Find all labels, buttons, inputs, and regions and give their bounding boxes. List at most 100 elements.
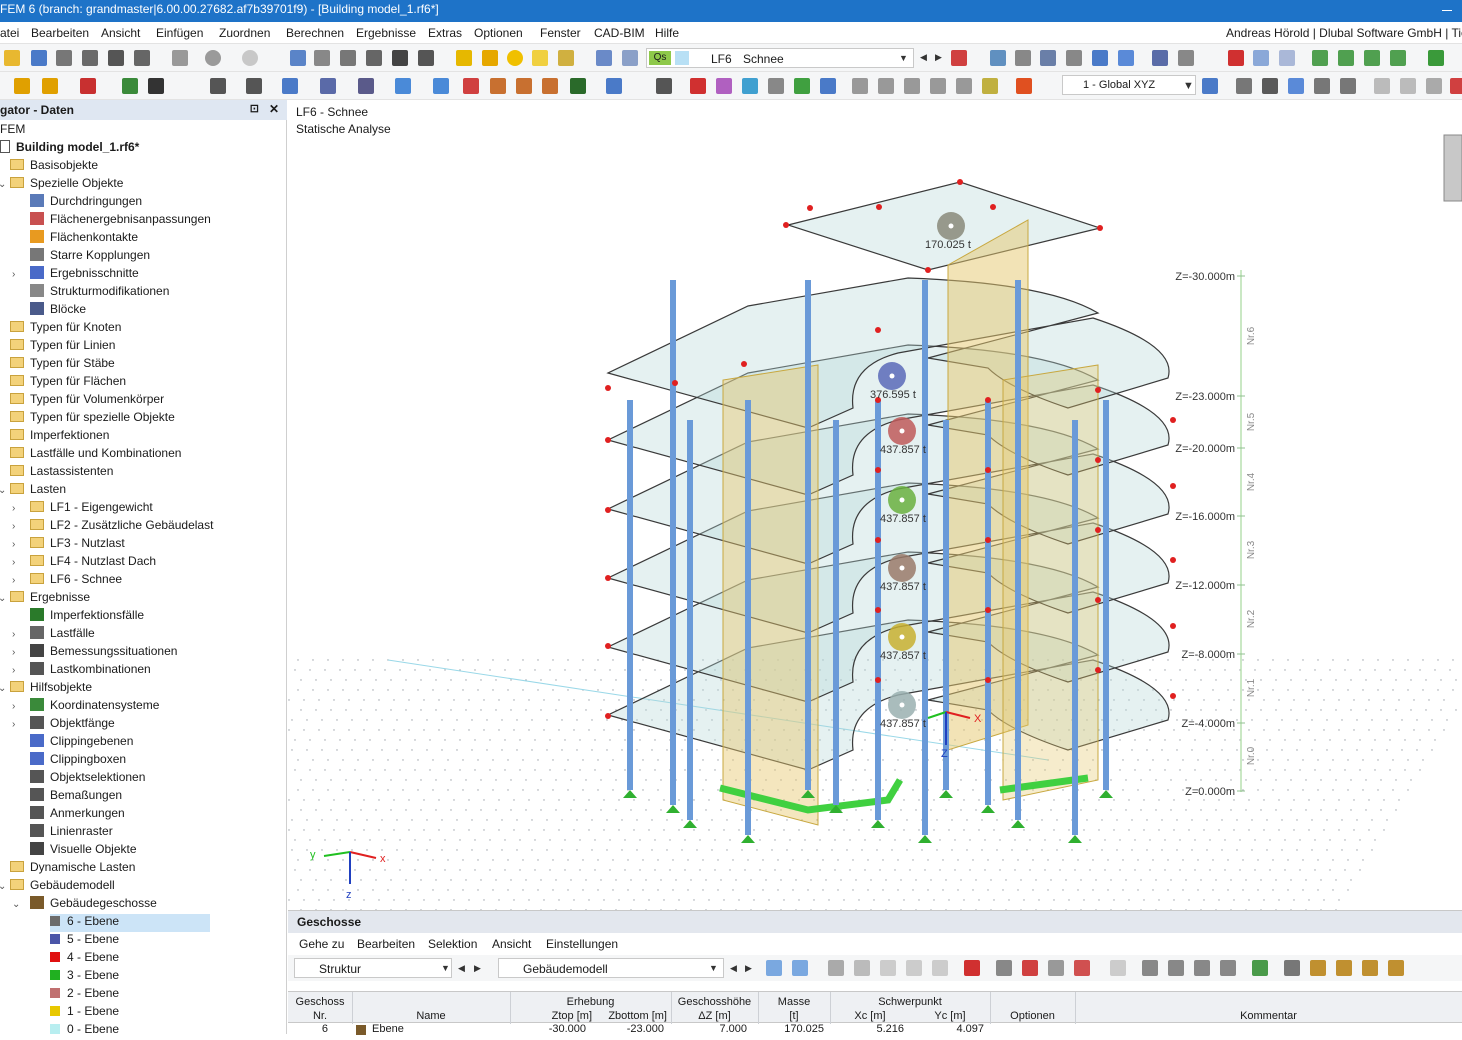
grid-points-icon[interactable] (516, 78, 532, 94)
nav-item[interactable]: Gebäudemodell (10, 878, 115, 896)
display-settings-icon[interactable] (1092, 50, 1108, 66)
menu-ansicht[interactable]: Ansicht (101, 26, 140, 40)
import-icon[interactable] (1048, 960, 1064, 976)
nav-item[interactable]: 1 - Ebene (50, 1004, 119, 1022)
next-icon[interactable]: ▶ (745, 963, 752, 974)
delete-selected-icon[interactable] (1022, 960, 1038, 976)
chevron-right-icon[interactable]: › (12, 521, 15, 532)
surface-icon[interactable] (742, 78, 758, 94)
nav-item[interactable]: Starre Kopplungen (30, 248, 150, 266)
nav-item[interactable]: Blöcke (30, 302, 86, 320)
box-select-icon[interactable] (358, 78, 374, 94)
nav-item[interactable]: Lastassistenten (10, 464, 113, 482)
next-load-case-icon[interactable]: ▶ (935, 52, 942, 63)
chevron-right-icon[interactable]: › (12, 503, 15, 514)
nav-item[interactable]: Typen für Knoten (10, 320, 121, 338)
chevron-down-icon[interactable]: ▼ (899, 53, 908, 63)
close-icon[interactable] (1450, 78, 1462, 94)
chevron-down-icon[interactable]: ▼ (441, 963, 450, 973)
solid-icon[interactable] (768, 78, 784, 94)
previous-load-case-icon[interactable]: ◀ (920, 52, 927, 63)
lines-icon[interactable] (1040, 50, 1056, 66)
nav-item[interactable]: Clippingebenen (30, 734, 133, 752)
nav-item[interactable]: LF4 - Nutzlast Dach (30, 554, 156, 572)
nav-item[interactable]: Building model_1.rf6* (0, 140, 139, 158)
undo-icon[interactable] (205, 50, 221, 66)
formula-icon[interactable] (1168, 960, 1184, 976)
animation-icon[interactable] (1178, 50, 1194, 66)
report-icon[interactable] (172, 50, 188, 66)
annotation-icon[interactable] (246, 78, 262, 94)
model-canvas[interactable]: 170.025 t376.595 t437.857 t437.857 t437.… (288, 100, 1462, 910)
chevron-right-icon[interactable]: › (12, 539, 15, 550)
nav-item[interactable]: 3 - Ebene (50, 968, 119, 986)
panel-menu-einstellungen[interactable]: Einstellungen (546, 937, 618, 951)
calculate-all-icon[interactable] (482, 50, 498, 66)
workplane-icon[interactable] (542, 78, 558, 94)
load-cases-icon[interactable] (596, 50, 612, 66)
chevron-right-icon[interactable]: › (12, 665, 15, 676)
load-case-selector[interactable]: Qs LF6 Schnee ▼ (646, 48, 914, 68)
nav-item[interactable]: Hilfsobjekte (10, 680, 92, 698)
optimize-icon[interactable] (558, 50, 574, 66)
menu-cad-bim[interactable]: CAD-BIM (594, 26, 645, 40)
nav-item[interactable]: Clippingboxen (30, 752, 126, 770)
delete-row-icon[interactable] (964, 960, 980, 976)
menu-extras[interactable]: Extras (428, 26, 462, 40)
nav-item[interactable]: Typen für Volumenkörper (10, 392, 164, 410)
color-scale-icon[interactable] (1016, 78, 1032, 94)
structure-dropdown[interactable]: Struktur ▼ (294, 958, 452, 978)
deformation-icon[interactable] (990, 50, 1006, 66)
nav-item[interactable]: Durchdringungen (30, 194, 142, 212)
snap-points-icon[interactable] (1262, 78, 1278, 94)
extrude-icon[interactable] (956, 78, 972, 94)
column-icon[interactable] (1110, 960, 1126, 976)
nav-item[interactable]: Lasten (10, 482, 66, 500)
nav-item[interactable]: LF6 - Schnee (30, 572, 122, 590)
align-icon[interactable] (852, 78, 868, 94)
nav-item[interactable]: Lastfälle (30, 626, 95, 644)
panel-menu-selektion[interactable]: Selektion (428, 937, 477, 951)
result-values-icon[interactable] (1015, 50, 1031, 66)
combinations-icon[interactable] (622, 50, 638, 66)
mirror-icon[interactable] (904, 78, 920, 94)
nav-item[interactable]: Visuelle Objekte (30, 842, 137, 860)
isometric-icon[interactable] (1253, 50, 1269, 66)
print-table-icon[interactable] (1284, 960, 1300, 976)
guideline-icon[interactable] (570, 78, 586, 94)
link-icon[interactable] (1374, 78, 1390, 94)
close-icon[interactable]: ✕ (269, 102, 279, 116)
filter-table-icon[interactable] (1310, 960, 1326, 976)
triangle-icon[interactable] (1426, 78, 1442, 94)
nav-item[interactable]: Koordinatensysteme (30, 698, 159, 716)
nav-item[interactable]: Bemessungssituationen (30, 644, 177, 662)
nav-item[interactable]: Lastfälle und Kombinationen (10, 446, 181, 464)
nav-item[interactable]: Typen für Stäbe (10, 356, 115, 374)
view-x-icon[interactable] (1312, 50, 1328, 66)
table-row[interactable]: 6 Ebene -30.000 -23.000 7.000 170.025 5.… (288, 1023, 1462, 1037)
ortho-icon[interactable] (1340, 78, 1356, 94)
nav-item[interactable]: 6 - Ebene (50, 914, 210, 932)
previous-icon[interactable]: ◀ (730, 963, 737, 974)
hinge-icon[interactable] (148, 78, 164, 94)
snap-icon[interactable] (463, 78, 479, 94)
nav-item[interactable]: LF1 - Eigengewicht (30, 500, 153, 518)
nav-item[interactable]: Objektfänge (30, 716, 115, 734)
save-as-icon[interactable] (108, 50, 124, 66)
nav-item[interactable]: Basisobjekte (10, 158, 98, 176)
chevron-down-icon[interactable]: ▼ (1183, 80, 1194, 92)
object-snap-icon[interactable] (1314, 78, 1330, 94)
nav-item[interactable]: Dynamische Lasten (10, 860, 135, 878)
chevron-down-icon[interactable]: ⌄ (0, 593, 6, 604)
select-in-model-icon[interactable] (792, 960, 808, 976)
unlink-icon[interactable] (1400, 78, 1416, 94)
nav-item[interactable]: Bemaßungen (30, 788, 122, 806)
dimension-icon[interactable] (210, 78, 226, 94)
grid-icon[interactable] (490, 78, 506, 94)
nav-item[interactable]: Strukturmodifikationen (30, 284, 169, 302)
node-icon[interactable] (14, 78, 30, 94)
menu-ergebnisse[interactable]: Ergebnisse (356, 26, 416, 40)
nav-item[interactable]: 5 - Ebene (50, 932, 119, 950)
nav-item[interactable]: Gebäudegeschosse (30, 896, 157, 914)
export-row-icon[interactable] (1074, 960, 1090, 976)
